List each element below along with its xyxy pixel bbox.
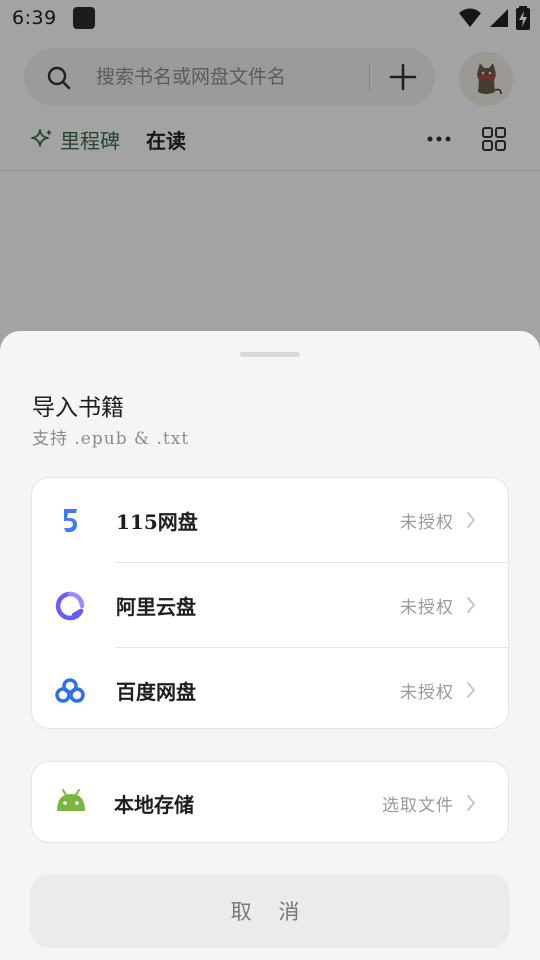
local-storage-card: 本地存储 选取文件 [31, 761, 509, 843]
chevron-right-icon [467, 682, 475, 698]
drag-handle[interactable] [240, 352, 300, 357]
cloud-storage-card: 115网盘 未授权 阿里云盘 未授权 百度网盘 未授权 [31, 477, 509, 729]
sheet-subtitle: 支持 .epub & .txt [32, 429, 190, 449]
sheet-title: 导入书籍 [32, 395, 124, 421]
chevron-right-icon [467, 795, 475, 811]
aliyun-drive-icon [55, 591, 85, 621]
row-status: 未授权 [400, 682, 454, 703]
chevron-right-icon [467, 597, 475, 613]
row-label: 本地存储 [114, 792, 194, 817]
row-baidu-netdisk[interactable]: 百度网盘 未授权 [32, 648, 508, 732]
row-status: 选取文件 [382, 795, 454, 816]
chevron-right-icon [467, 512, 475, 528]
row-label: 百度网盘 [116, 679, 196, 704]
row-label: 115网盘 [116, 509, 198, 534]
row-status: 未授权 [400, 597, 454, 618]
row-local-storage[interactable]: 本地存储 选取文件 [32, 761, 508, 845]
import-books-sheet: 导入书籍 支持 .epub & .txt 115网盘 未授权 阿里云盘 未授权 [0, 331, 540, 960]
android-icon [57, 789, 85, 811]
pan-115-icon [64, 509, 77, 533]
row-aliyun-drive[interactable]: 阿里云盘 未授权 [32, 563, 508, 647]
baidu-netdisk-icon [55, 678, 85, 703]
row-status: 未授权 [400, 512, 454, 533]
row-115-pan[interactable]: 115网盘 未授权 [32, 478, 508, 562]
cancel-button[interactable]: 取 消 [30, 874, 510, 948]
row-label: 阿里云盘 [116, 594, 196, 619]
